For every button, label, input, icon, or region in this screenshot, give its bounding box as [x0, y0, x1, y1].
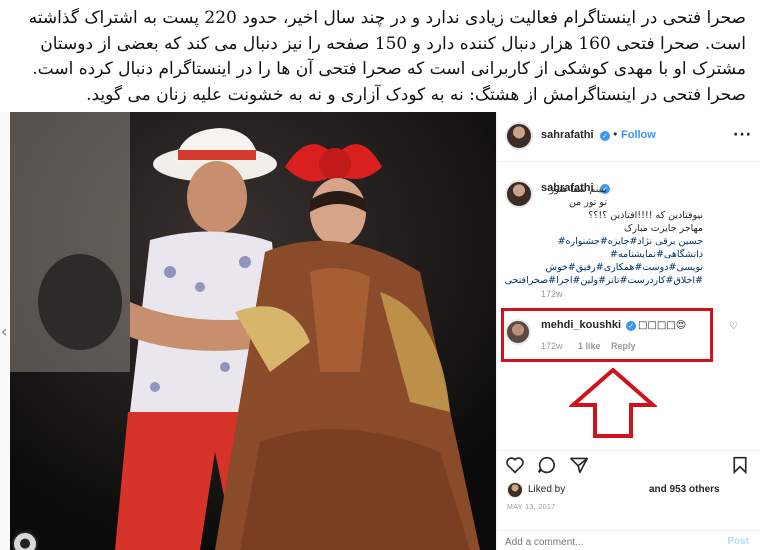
user-tag-icon[interactable]: ●: [12, 531, 38, 550]
post-date[interactable]: MAY 13, 2017: [507, 504, 556, 511]
liked-by-avatar[interactable]: [507, 482, 523, 498]
author-username[interactable]: sahrafathi: [541, 129, 594, 141]
comment-icon[interactable]: [537, 456, 557, 474]
stage-photo-illustration: [10, 112, 496, 550]
verified-badge-icon: ✓: [600, 131, 610, 141]
liked-by-prefix: Liked by: [528, 484, 566, 495]
caption-line: مشترک او با مهدی کوشکی از کاربرانی است ک…: [32, 59, 746, 79]
follow-button[interactable]: Follow: [621, 129, 656, 141]
caption-hashtags[interactable]: نویسی#دوست#همکاری#رفیق#خوش: [541, 261, 704, 274]
header-separator: •: [612, 128, 619, 141]
caption-hashtags[interactable]: #اخلاق#کاردرست#تاتر#ولین#اجرا#صحرافتحی: [505, 274, 703, 287]
post-photo[interactable]: [10, 112, 496, 550]
heart-icon[interactable]: [505, 456, 525, 474]
more-options-icon[interactable]: ···: [733, 127, 752, 143]
caption-line: نیوفتادین که !!!!افتادین ؟!؟؟: [588, 210, 703, 221]
previous-arrow-icon[interactable]: ‹: [1, 322, 11, 342]
caption-hashtags[interactable]: دانشگاهی#نمایشنامه#: [541, 248, 703, 261]
caption-age: 172w: [541, 289, 563, 299]
post-comment-button[interactable]: Post: [727, 536, 749, 547]
red-up-arrow-icon: [569, 367, 657, 438]
add-comment-bar: Post: [497, 530, 760, 550]
caption-hashtags[interactable]: حسین برقی نژاد#جایزه#جشنواره#: [541, 235, 703, 248]
like-comment-heart-icon[interactable]: ♡: [729, 321, 738, 332]
post-side-panel: sahrafathi ✓ • Follow ··· sahrafathi ✓ ب…: [496, 112, 760, 550]
post-actions-bar: [497, 450, 760, 480]
highlight-box: [501, 308, 713, 362]
author-avatar[interactable]: [505, 122, 533, 150]
add-comment-input[interactable]: [505, 534, 705, 550]
caption-line: صحرا فتحی در اینستاگرامش از هشتگ: نه به …: [86, 84, 746, 105]
caption-line: صحرا فتحی در اینستاگرام فعالیت زیادی ندا…: [28, 8, 746, 28]
post-header: sahrafathi ✓ • Follow ···: [497, 112, 760, 162]
caption-line: مهاجر جایزت مبارک: [623, 223, 703, 234]
caption-author-avatar[interactable]: [505, 180, 533, 208]
caption-line: ببینم شما هنوز تو تور من: [549, 184, 607, 208]
article-caption: صحرا فتحی در اینستاگرام فعالیت زیادی ندا…: [0, 0, 760, 112]
bookmark-icon[interactable]: [731, 456, 749, 474]
liked-by-others[interactable]: and 953 others: [649, 484, 720, 495]
instagram-post-screenshot: ‹ ● sahrafathi ✓ • Follow ··· sahrafathi…: [0, 112, 760, 550]
caption-line: است. صحرا فتحی 160 هزار دنبال کننده دارد…: [40, 33, 746, 54]
share-icon[interactable]: [569, 456, 589, 474]
post-caption: ببینم شما هنوز تو تور من نیوفتادین که !!…: [505, 183, 704, 287]
